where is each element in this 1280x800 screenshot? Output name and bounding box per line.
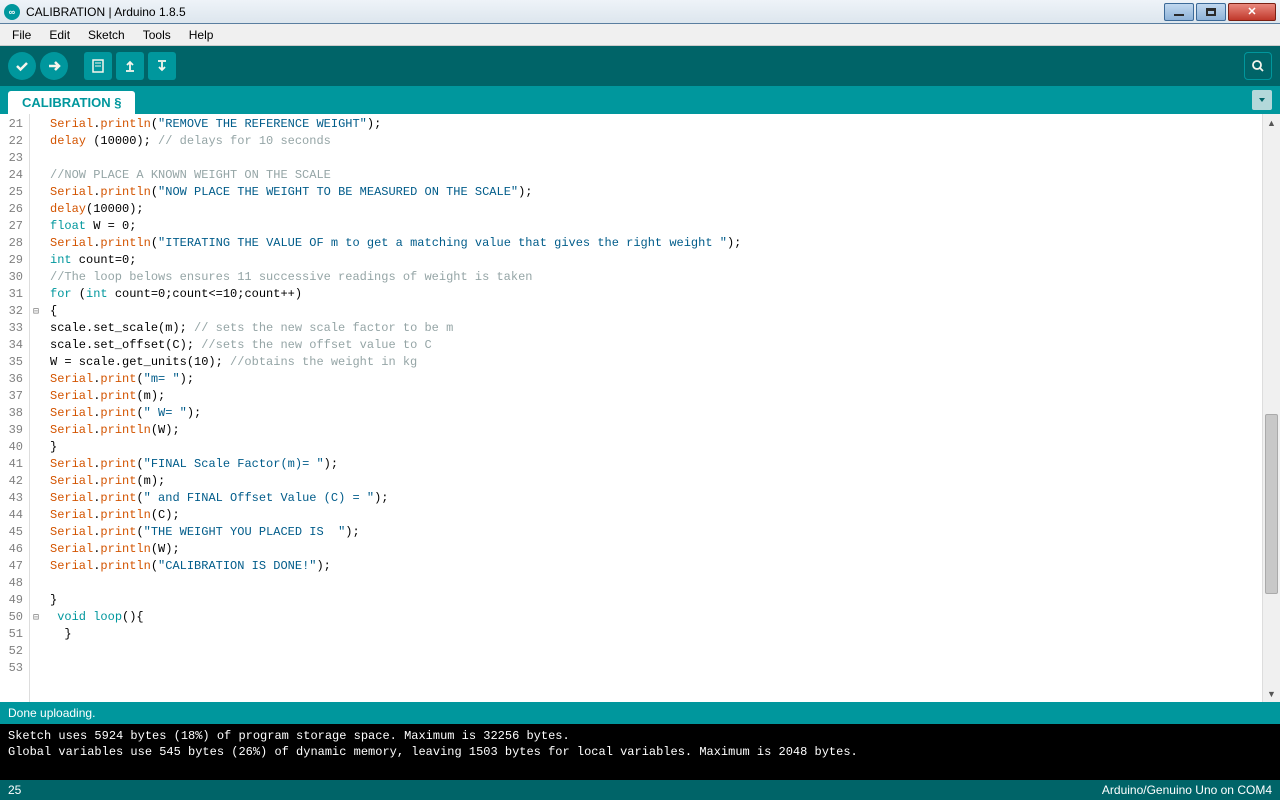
serial-monitor-button[interactable] — [1244, 52, 1272, 80]
vertical-scrollbar[interactable]: ▲ ▼ — [1262, 114, 1280, 702]
new-sketch-button[interactable] — [84, 52, 112, 80]
code-editor[interactable]: 2122232425262728293031323334353637383940… — [0, 114, 1280, 702]
console-line-1: Sketch uses 5924 bytes (18%) of program … — [8, 729, 570, 743]
open-sketch-button[interactable] — [116, 52, 144, 80]
scrollbar-thumb[interactable] — [1265, 414, 1278, 594]
menu-edit[interactable]: Edit — [41, 26, 78, 44]
scroll-up-arrow-icon[interactable]: ▲ — [1263, 114, 1280, 131]
verify-button[interactable] — [8, 52, 36, 80]
menu-sketch[interactable]: Sketch — [80, 26, 133, 44]
window-titlebar: ∞ CALIBRATION | Arduino 1.8.5 ✕ — [0, 0, 1280, 24]
menu-tools[interactable]: Tools — [135, 26, 179, 44]
scroll-down-arrow-icon[interactable]: ▼ — [1263, 685, 1280, 702]
tabbar: CALIBRATION § — [0, 86, 1280, 114]
cursor-line-number: 25 — [8, 783, 21, 797]
code-area[interactable]: Serial.println("REMOVE THE REFERENCE WEI… — [42, 114, 1262, 702]
window-minimize-button[interactable] — [1164, 3, 1194, 21]
tab-calibration[interactable]: CALIBRATION § — [8, 91, 135, 114]
save-sketch-button[interactable] — [148, 52, 176, 80]
line-number-gutter: 2122232425262728293031323334353637383940… — [0, 114, 30, 702]
board-port-label: Arduino/Genuino Uno on COM4 — [1102, 783, 1272, 797]
window-maximize-button[interactable] — [1196, 3, 1226, 21]
tab-dropdown-button[interactable] — [1252, 90, 1272, 110]
arduino-logo-icon: ∞ — [4, 4, 20, 20]
status-message: Done uploading. — [8, 706, 95, 720]
bottom-bar: 25 Arduino/Genuino Uno on COM4 — [0, 780, 1280, 800]
window-title: CALIBRATION | Arduino 1.8.5 — [26, 5, 186, 19]
status-line: Done uploading. — [0, 702, 1280, 724]
fold-column[interactable]: ⊟⊟ — [30, 114, 42, 702]
menu-file[interactable]: File — [4, 26, 39, 44]
window-close-button[interactable]: ✕ — [1228, 3, 1276, 21]
console-line-2: Global variables use 545 bytes (26%) of … — [8, 745, 858, 759]
console-output: Sketch uses 5924 bytes (18%) of program … — [0, 724, 1280, 780]
menu-help[interactable]: Help — [181, 26, 222, 44]
upload-button[interactable] — [40, 52, 68, 80]
menubar: File Edit Sketch Tools Help — [0, 24, 1280, 46]
toolbar — [0, 46, 1280, 86]
